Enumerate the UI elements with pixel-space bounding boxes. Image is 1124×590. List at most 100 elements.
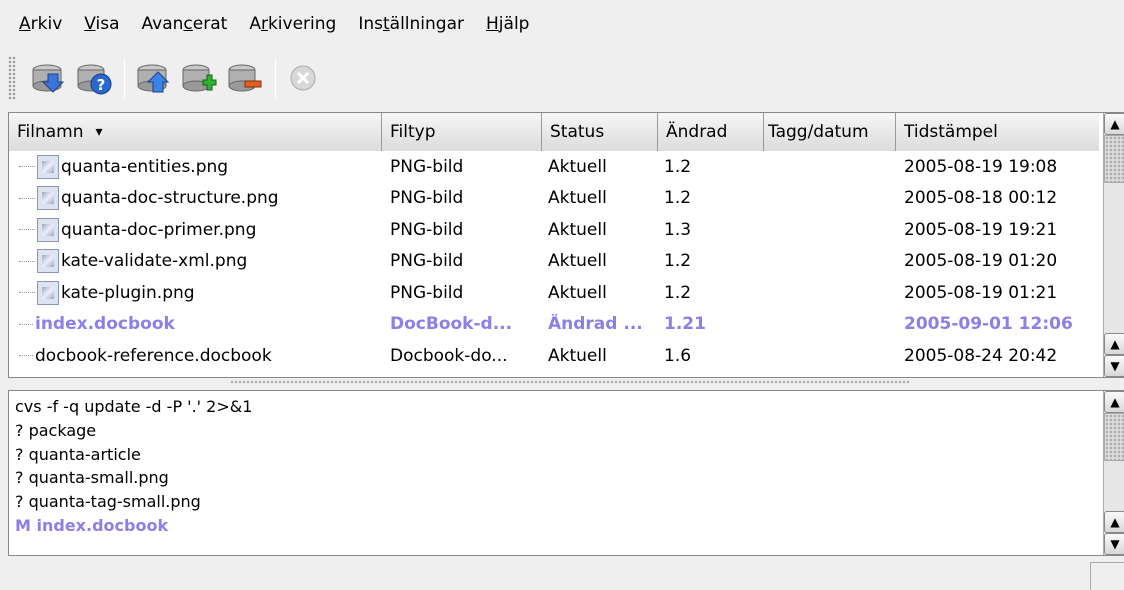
db-upload-icon[interactable] [135,60,171,96]
output-line: ? quanta-tag-small.png [15,492,201,512]
scroll-up-arrow-icon[interactable]: ▲ [1104,113,1124,135]
cell-filetype: PNG-bild [390,188,464,209]
filename-text: index.docbook [35,314,175,335]
menu-item[interactable]: Visa [73,14,130,34]
table-row[interactable]: kate-plugin.png PNG-bild Aktuell 1.2 2005-08… [9,277,1099,309]
image-file-icon [37,217,59,242]
image-file-icon [37,280,59,305]
file-list-scrollbar[interactable]: ▲ ▲ ▼ [1103,113,1124,377]
file-list-rows: quanta-entities.png PNG-bild Aktuell 1.2 200… [9,151,1099,372]
tree-line [19,166,35,168]
menu-item[interactable]: Inställningar [347,14,475,34]
cell-status: Aktuell [548,345,607,366]
image-file-icon [37,154,59,179]
cell-filetype: Docbook-do... [390,345,508,366]
pane-splitter[interactable] [230,380,910,384]
scroll-down-arrow-icon[interactable]: ▼ [1104,533,1124,555]
filename-text: kate-validate-xml.png [61,251,248,272]
toolbar: ? [0,50,1124,106]
scroll-thumb[interactable] [1104,135,1124,183]
cell-revision: 1.21 [664,314,706,335]
menu-item-label: ällningar [389,14,464,34]
file-list-header: Filnamn ▾ Filtyp Status Ändrad Tagg/datu… [9,113,1099,151]
column-header-filename[interactable]: Filnamn ▾ [9,113,382,151]
cell-revision: 1.6 [664,345,692,366]
db-help-icon[interactable]: ? [76,60,112,96]
menu-item-label: Ins [358,14,383,34]
menubar: Arkiv Visa Avancerat Arkivering Inställninga… [0,0,1124,48]
cell-status: Aktuell [548,156,607,177]
cell-status: Aktuell [548,282,607,303]
stop-icon[interactable] [286,60,322,96]
sort-desc-icon: ▾ [95,124,103,140]
output-scrollbar[interactable]: ▲ ▲ ▼ [1103,391,1124,555]
scroll-up-arrow-icon[interactable]: ▲ [1104,333,1124,355]
scroll-thumb[interactable] [1104,413,1124,461]
scroll-up-arrow-icon[interactable]: ▲ [1104,391,1124,413]
cell-filetype: PNG-bild [390,282,464,303]
column-header-timestamp[interactable]: Tidstämpel [896,113,1099,151]
menu-item-label: isa [95,14,120,34]
column-header-status[interactable]: Status [542,113,658,151]
cell-filetype: DocBook-d... [390,314,513,335]
table-row[interactable]: docbook-reference.docbook Docbook-do... Ak… [9,340,1099,372]
table-row[interactable]: index.docbook DocBook-d... Ändrad ... 1.21 2… [9,309,1099,341]
tree-line [19,323,33,325]
image-file-icon [37,249,59,274]
cell-status: Aktuell [548,251,607,272]
cell-revision: 1.2 [664,251,692,272]
cell-filename: kate-plugin.png [9,280,382,305]
cell-status: Aktuell [548,219,607,240]
table-row[interactable]: quanta-doc-primer.png PNG-bild Aktuell 1.3 2… [9,214,1099,246]
menu-item-label: A [19,14,31,34]
cell-timestamp: 2005-08-18 00:12 [904,188,1058,209]
column-header-tag[interactable]: Tagg/datum [764,113,896,151]
menu-item-label: A [249,14,261,34]
menu-item-label: rkiv [30,14,63,34]
tree-line [19,197,35,199]
toolbar-grip[interactable] [8,56,16,100]
output-line: M index.docbook [15,515,169,535]
output-line: ? quanta-small.png [15,468,169,488]
menu-item[interactable]: Arkivering [238,14,347,34]
menu-item-label: Avan [141,14,184,34]
filename-text: quanta-entities.png [61,156,229,177]
output-line: cvs -f -q update -d -P '.' 2>&1 [15,397,253,416]
tree-line [19,355,33,357]
column-header-label: Filnamn [17,122,84,142]
menu-item[interactable]: Arkiv [8,14,73,34]
cell-revision: 1.2 [664,282,692,303]
menu-item-label: jälp [498,14,530,34]
column-header-changed[interactable]: Ändrad [658,113,764,151]
cell-timestamp: 2005-08-19 19:08 [904,156,1058,177]
file-list-panel: Filnamn ▾ Filtyp Status Ändrad Tagg/datu… [8,112,1124,378]
scroll-up-arrow-icon[interactable]: ▲ [1104,511,1124,533]
db-remove-icon[interactable] [227,60,263,96]
cell-timestamp: 2005-08-19 01:20 [904,251,1058,272]
resize-grip[interactable] [1090,562,1124,590]
menu-item[interactable]: Avancerat [131,14,239,34]
menu-item-label: r [260,14,268,34]
menu-item-label: c [183,14,193,34]
scroll-down-arrow-icon[interactable]: ▼ [1104,355,1124,377]
status-bar [0,560,1124,590]
column-header-filetype[interactable]: Filtyp [382,113,542,151]
db-download-icon[interactable] [30,60,66,96]
table-row[interactable]: quanta-entities.png PNG-bild Aktuell 1.2 200… [9,151,1099,183]
svg-text:?: ? [97,76,106,94]
cell-filename: index.docbook [9,314,382,334]
menu-item[interactable]: Hjälp [475,14,540,34]
column-header-label: Ändrad [666,122,728,142]
cell-status: Ändrad ... [548,314,643,335]
toolbar-separator [275,58,276,98]
table-row[interactable]: quanta-doc-structure.png PNG-bild Aktuell 1… [9,183,1099,215]
db-add-icon[interactable] [181,60,217,96]
cell-filetype: PNG-bild [390,219,464,240]
column-header-label: Tidstämpel [904,122,998,142]
tree-line [19,260,35,262]
cell-filename: kate-validate-xml.png [9,249,382,274]
cell-filename: quanta-doc-primer.png [9,217,382,242]
table-row[interactable]: kate-validate-xml.png PNG-bild Aktuell 1.2 2… [9,246,1099,278]
menu-item-label: H [486,14,499,34]
cell-timestamp: 2005-08-19 01:21 [904,282,1058,303]
